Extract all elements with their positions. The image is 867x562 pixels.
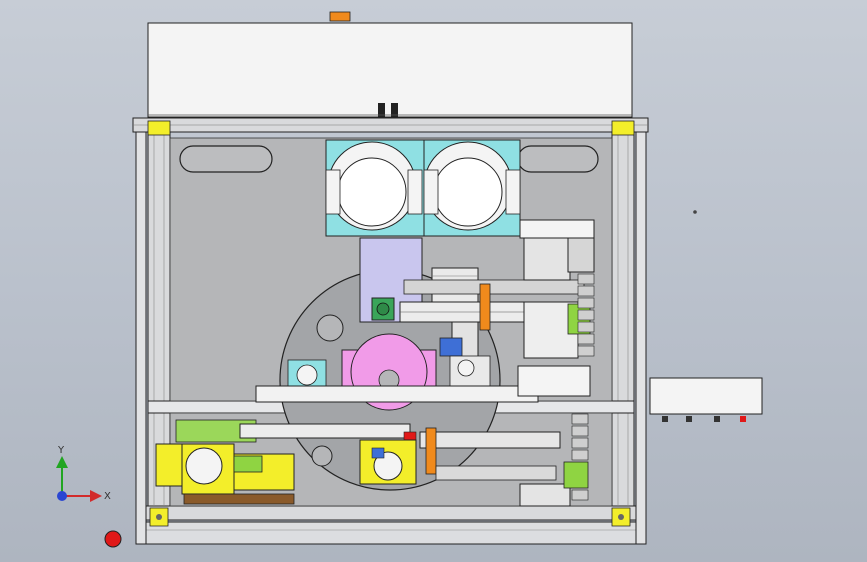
turntable-hole bbox=[311, 445, 333, 467]
table-plate bbox=[255, 385, 539, 403]
reference-dot bbox=[693, 210, 697, 214]
blue-part bbox=[439, 337, 463, 357]
orange-clamp bbox=[479, 283, 491, 331]
panel-slot bbox=[179, 145, 273, 173]
coordinate-triad-icon: Y X bbox=[56, 445, 111, 502]
turntable-hole bbox=[316, 314, 344, 342]
side-control-box bbox=[649, 377, 763, 422]
beacon-light bbox=[329, 11, 351, 22]
panel-slot bbox=[517, 145, 599, 173]
triad-x-label: X bbox=[104, 491, 111, 502]
reel-unit-left bbox=[325, 139, 425, 237]
cad-machine-drawing: Y X bbox=[56, 11, 763, 548]
yellow-fixture-center bbox=[359, 439, 417, 485]
brown-rail bbox=[183, 493, 295, 505]
orange-clamp bbox=[425, 427, 437, 475]
emergency-stop-icon bbox=[104, 530, 122, 548]
reel-unit-right bbox=[423, 139, 521, 237]
triad-y-label: Y bbox=[57, 445, 65, 456]
top-housing bbox=[147, 11, 633, 118]
